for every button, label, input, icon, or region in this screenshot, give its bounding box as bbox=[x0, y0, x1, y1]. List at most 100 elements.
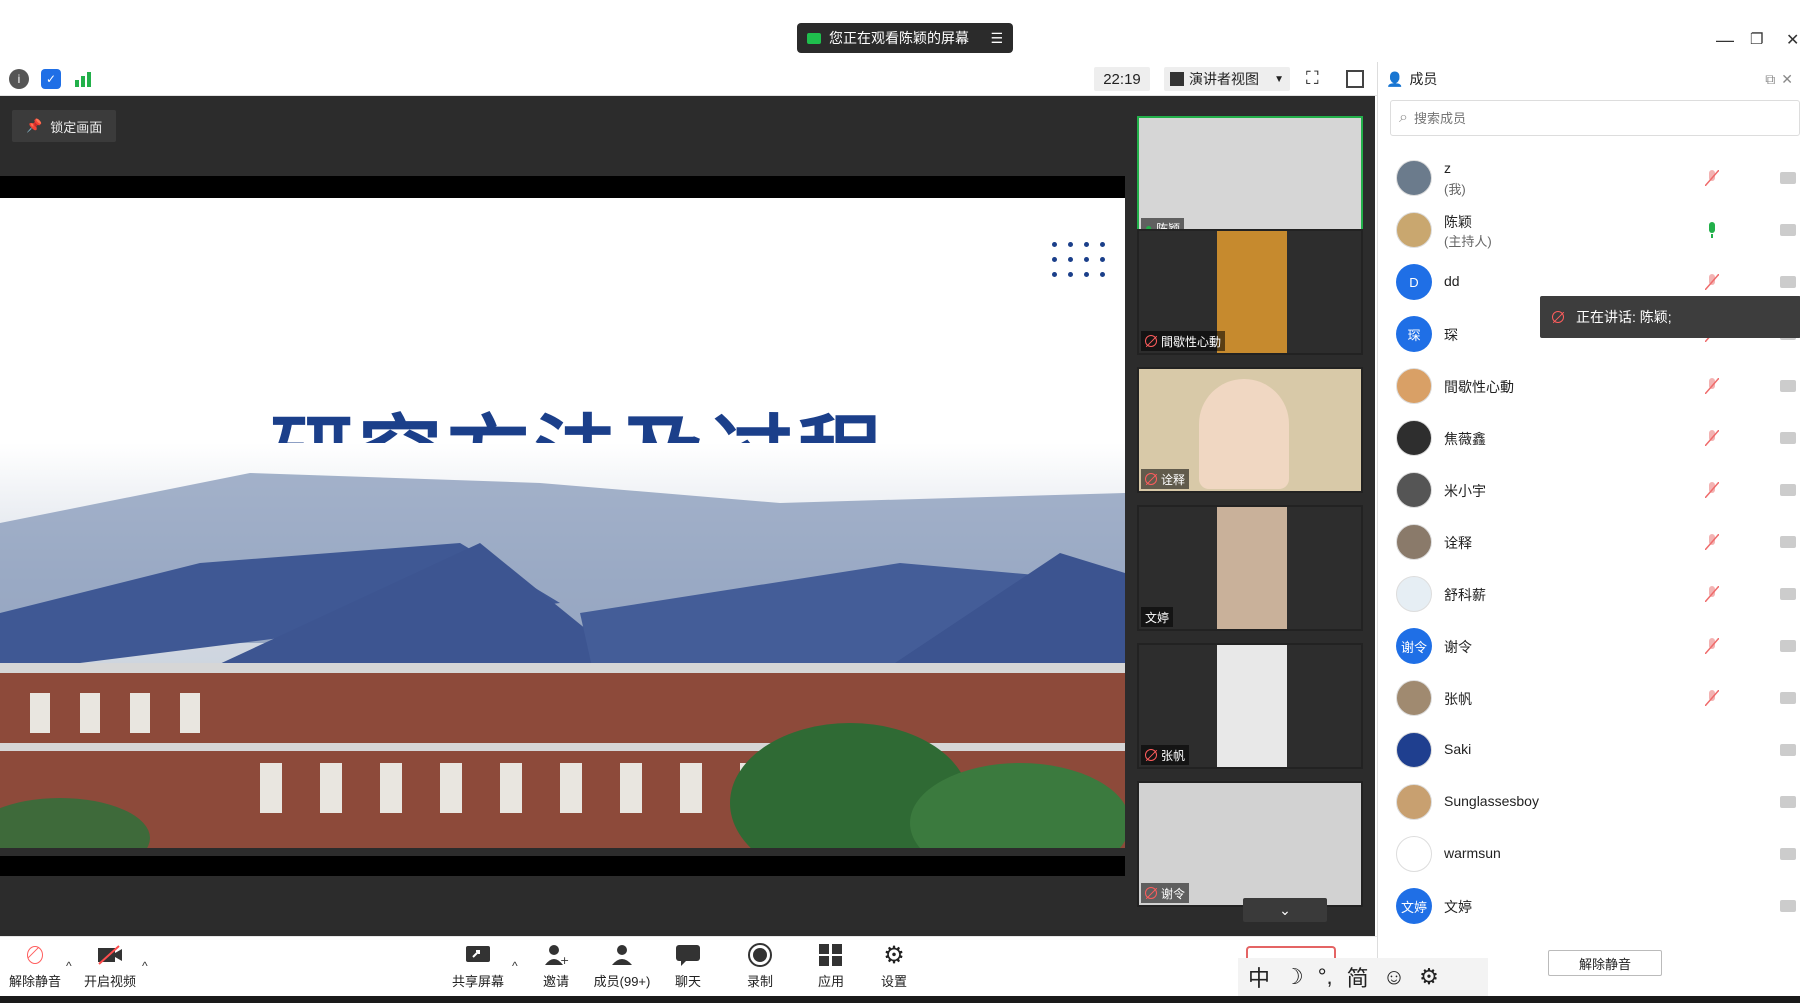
ime-settings-icon[interactable]: ⚙ bbox=[1419, 964, 1439, 990]
member-name: 诠释 bbox=[1444, 535, 1472, 551]
punctuation-toggle[interactable]: °, bbox=[1318, 964, 1333, 990]
simplified-toggle[interactable]: 简 bbox=[1347, 961, 1369, 993]
mic-muted-icon[interactable] bbox=[1704, 429, 1720, 447]
member-row[interactable]: 谢令 谢令 bbox=[1378, 620, 1800, 672]
emoji-icon[interactable]: ☺ bbox=[1383, 964, 1405, 990]
record-button[interactable]: 录制 bbox=[725, 943, 795, 993]
participant-name: 間歇性心動 bbox=[1161, 334, 1222, 349]
camera-off-icon[interactable] bbox=[1780, 536, 1796, 548]
scroll-down-button[interactable]: ⌄ bbox=[1243, 898, 1327, 922]
member-search[interactable]: ⌕ bbox=[1390, 100, 1800, 136]
member-name: 間歇性心動 bbox=[1444, 379, 1514, 395]
mic-muted-icon[interactable] bbox=[1704, 533, 1720, 551]
members-button[interactable]: 成员(99+) bbox=[588, 943, 656, 993]
member-row[interactable]: 舒科薪 bbox=[1378, 568, 1800, 620]
member-row[interactable]: 米小宇 bbox=[1378, 464, 1800, 516]
chevron-up-icon[interactable]: ^ bbox=[66, 959, 72, 973]
video-tile[interactable]: 诠释 bbox=[1137, 367, 1363, 493]
mic-muted-icon[interactable] bbox=[1704, 689, 1720, 707]
camera-off-icon[interactable] bbox=[1780, 484, 1796, 496]
member-row[interactable]: warmsun bbox=[1378, 828, 1800, 880]
mic-muted-icon[interactable] bbox=[1704, 585, 1720, 603]
mic-muted-icon bbox=[1552, 311, 1564, 323]
shared-screen-stage: 📌 锁定画面 研究方法及过程 bbox=[0, 96, 1125, 936]
ime-lang-toggle[interactable]: 中 bbox=[1248, 961, 1270, 993]
video-tile-label: 诠释 bbox=[1141, 469, 1190, 489]
avatar bbox=[1396, 784, 1432, 820]
member-row[interactable]: 焦薇鑫 bbox=[1378, 412, 1800, 464]
camera-off-icon[interactable] bbox=[1780, 848, 1796, 860]
member-search-input[interactable] bbox=[1413, 110, 1754, 126]
avatar: D bbox=[1396, 264, 1432, 300]
mic-on-icon[interactable] bbox=[1705, 222, 1719, 238]
video-tile[interactable]: 文婷 bbox=[1137, 505, 1363, 631]
apps-label: 应用 bbox=[817, 974, 844, 989]
mic-muted-icon[interactable] bbox=[1704, 273, 1720, 291]
camera-off-icon[interactable] bbox=[1780, 900, 1796, 912]
avatar bbox=[1396, 212, 1432, 248]
camera-off-icon[interactable] bbox=[1780, 224, 1796, 236]
camera-off-icon[interactable] bbox=[1780, 172, 1796, 184]
share-screen-button[interactable]: 共享屏幕 bbox=[443, 943, 513, 993]
unmute-button[interactable]: 解除静音 bbox=[0, 943, 70, 993]
member-row[interactable]: Saki bbox=[1378, 724, 1800, 776]
fullscreen-icon[interactable]: ⛶ bbox=[1306, 68, 1319, 89]
view-mode-button[interactable]: 演讲者视图 ▼ bbox=[1164, 67, 1290, 91]
mic-muted-icon[interactable] bbox=[1704, 481, 1720, 499]
moon-icon[interactable]: ☽ bbox=[1284, 964, 1304, 990]
avatar bbox=[1396, 680, 1432, 716]
camera-icon bbox=[807, 32, 821, 44]
lock-view-button[interactable]: 📌 锁定画面 bbox=[12, 110, 117, 142]
mic-muted-icon[interactable] bbox=[1704, 637, 1720, 655]
meeting-timer: 22:19 bbox=[1094, 67, 1150, 91]
camera-off-icon[interactable] bbox=[1780, 692, 1796, 704]
member-name: 焦薇鑫 bbox=[1444, 431, 1486, 447]
side-panel-toggle-icon[interactable] bbox=[1346, 70, 1364, 88]
participant-name: 诠释 bbox=[1161, 472, 1186, 487]
close-icon[interactable]: ✕ bbox=[1781, 71, 1793, 88]
member-row[interactable]: z (我) bbox=[1378, 152, 1800, 204]
chat-button[interactable]: 聊天 bbox=[653, 943, 723, 993]
member-row[interactable]: Sunglassesboy bbox=[1378, 776, 1800, 828]
invite-button[interactable]: + 邀请 bbox=[521, 943, 591, 993]
member-row[interactable]: 陈颖 (主持人) bbox=[1378, 204, 1800, 256]
letterbox-bottom bbox=[0, 856, 1125, 876]
restore-button[interactable]: ❐ bbox=[1750, 30, 1763, 48]
camera-off-icon[interactable] bbox=[1780, 588, 1796, 600]
minimize-button[interactable]: — bbox=[1716, 30, 1734, 51]
unmute-all-button[interactable]: 解除静音 bbox=[1548, 950, 1662, 976]
menu-icon[interactable]: ☰ bbox=[990, 30, 1003, 47]
mic-muted-icon[interactable] bbox=[1704, 377, 1720, 395]
chevron-up-icon[interactable]: ^ bbox=[512, 959, 518, 973]
mic-muted-icon[interactable] bbox=[1704, 169, 1720, 187]
info-icon[interactable]: i bbox=[9, 69, 29, 89]
camera-off-icon[interactable] bbox=[1780, 380, 1796, 392]
share-screen-label: 共享屏幕 bbox=[451, 974, 504, 989]
mic-muted-icon bbox=[1145, 887, 1157, 899]
camera-off-icon[interactable] bbox=[1780, 640, 1796, 652]
member-row[interactable]: 诠释 bbox=[1378, 516, 1800, 568]
shield-icon[interactable]: ✓ bbox=[41, 69, 61, 89]
apps-button[interactable]: 应用 bbox=[796, 943, 866, 993]
close-button[interactable]: ✕ bbox=[1786, 30, 1799, 50]
video-tile[interactable]: 間歇性心動 bbox=[1137, 229, 1363, 355]
share-status-banner[interactable]: 您正在观看陈颖的屏幕 ☰ bbox=[797, 23, 1013, 53]
camera-off-icon[interactable] bbox=[1780, 276, 1796, 288]
chevron-up-icon[interactable]: ^ bbox=[142, 959, 148, 973]
member-row[interactable]: 間歇性心動 bbox=[1378, 360, 1800, 412]
start-video-button[interactable]: 开启视频 bbox=[75, 943, 145, 993]
popout-icon[interactable]: ⧉ bbox=[1765, 71, 1775, 88]
video-tile[interactable]: 张帆 bbox=[1137, 643, 1363, 769]
camera-off-icon[interactable] bbox=[1780, 432, 1796, 444]
camera-off-icon[interactable] bbox=[1780, 796, 1796, 808]
member-row[interactable]: 文婷 文婷 bbox=[1378, 880, 1800, 932]
member-name: Saki bbox=[1444, 741, 1472, 757]
video-tile[interactable]: ● 陈颖 bbox=[1137, 116, 1363, 242]
signal-icon[interactable] bbox=[73, 69, 93, 89]
member-row[interactable]: 张帆 bbox=[1378, 672, 1800, 724]
settings-button[interactable]: ⚙ 设置 bbox=[859, 942, 929, 993]
person-icon: 👤 bbox=[1386, 70, 1404, 87]
video-tile[interactable]: 谢令 bbox=[1137, 781, 1363, 907]
video-feed bbox=[1199, 379, 1289, 489]
camera-off-icon[interactable] bbox=[1780, 744, 1796, 756]
